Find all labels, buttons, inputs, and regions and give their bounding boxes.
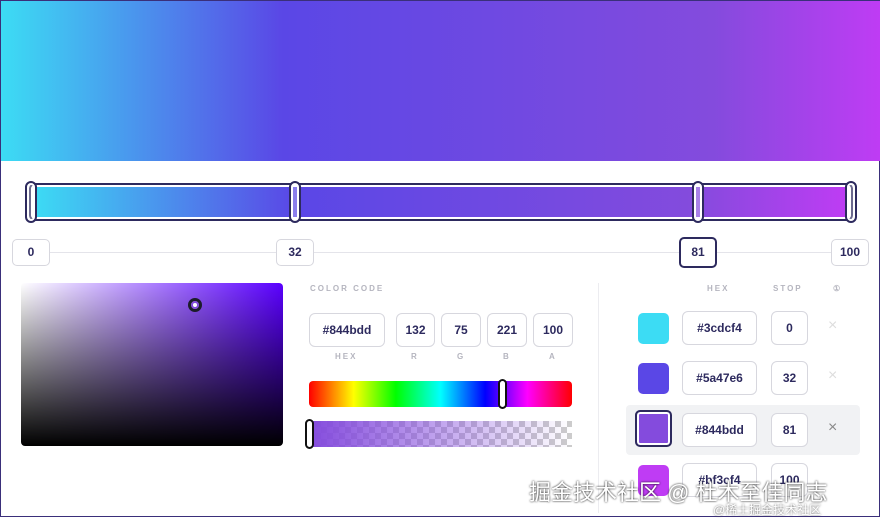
stop-handle-32[interactable] [289, 181, 301, 223]
stop-handle-81[interactable] [692, 181, 704, 223]
stop-hex-input[interactable]: #844bdd [682, 413, 757, 447]
color-swatch[interactable] [638, 363, 669, 394]
stop-position-input[interactable]: 0 [771, 311, 808, 345]
color-swatch[interactable] [638, 313, 669, 344]
hue-handle[interactable] [498, 379, 507, 409]
gradient-preview [1, 1, 880, 161]
hex-input[interactable]: #844bdd [309, 313, 385, 347]
stop-label[interactable]: 100 [831, 239, 869, 266]
stop-row[interactable]: #3cdcf4 0 × [626, 305, 860, 355]
saturation-value-picker[interactable] [21, 283, 283, 446]
gradient-bar[interactable] [31, 185, 851, 219]
g-input[interactable]: 75 [441, 313, 481, 347]
b-label: B [503, 352, 511, 361]
remove-stop-icon[interactable]: × [828, 317, 837, 335]
picker-cursor[interactable] [188, 298, 202, 312]
alpha-slider[interactable] [309, 421, 572, 447]
remove-stop-icon[interactable]: × [828, 367, 837, 385]
remove-stop-icon[interactable]: × [828, 419, 837, 437]
r-input[interactable]: 132 [396, 313, 435, 347]
stop-hex-input[interactable]: #5a47e6 [682, 361, 757, 395]
stop-position-input[interactable]: 81 [771, 413, 808, 447]
stop-label[interactable]: 32 [276, 239, 314, 266]
stop-label[interactable]: 0 [12, 239, 50, 266]
stop-row[interactable]: #5a47e6 32 × [626, 355, 860, 405]
stop-position-input[interactable]: 32 [771, 361, 808, 395]
a-label: A [549, 352, 557, 361]
stop-handle-100[interactable] [845, 181, 857, 223]
stop-label-active[interactable]: 81 [679, 237, 717, 268]
info-icon: ① [833, 284, 843, 293]
r-label: R [411, 352, 419, 361]
hue-slider[interactable] [309, 381, 572, 407]
hex-column-header: HEX [707, 284, 730, 293]
stop-track [31, 252, 851, 253]
color-code-label: COLOR CODE [310, 284, 385, 293]
color-swatch[interactable] [635, 410, 672, 447]
g-label: G [457, 352, 466, 361]
b-input[interactable]: 221 [487, 313, 527, 347]
stop-handle-0[interactable] [25, 181, 37, 223]
a-input[interactable]: 100 [533, 313, 573, 347]
hex-label: HEX [335, 352, 358, 361]
stop-hex-input[interactable]: #3cdcf4 [682, 311, 757, 345]
stop-row-selected[interactable]: #844bdd 81 × [626, 405, 860, 455]
alpha-handle[interactable] [305, 419, 314, 449]
watermark-sub: @稀土掘金技术社区 [713, 503, 822, 517]
stop-column-header: STOP [773, 284, 803, 293]
